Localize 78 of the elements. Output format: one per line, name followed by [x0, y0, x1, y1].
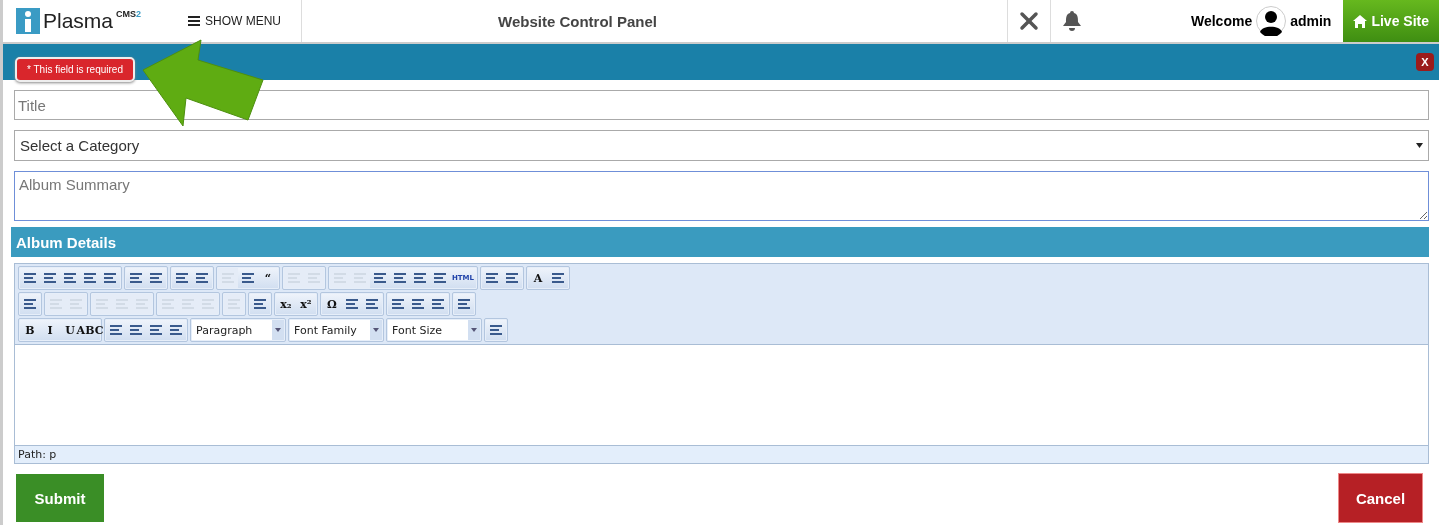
toolbar-button[interactable] — [388, 294, 408, 314]
lines-icon — [23, 298, 37, 310]
lines-icon — [411, 298, 425, 310]
lines-icon — [365, 298, 379, 310]
toolbar-button[interactable] — [172, 268, 192, 288]
toolbar-button[interactable]: x² — [296, 294, 316, 314]
toolbar-button[interactable] — [482, 268, 502, 288]
welcome-text: Welcome — [1190, 13, 1253, 29]
lines-icon — [129, 272, 143, 284]
toolbar-button[interactable] — [238, 268, 258, 288]
toolbar-button[interactable] — [548, 268, 568, 288]
lines-icon — [109, 324, 123, 336]
lines-icon — [391, 298, 405, 310]
toolbar-button[interactable]: “ — [258, 268, 278, 288]
toolbar-button[interactable] — [20, 268, 40, 288]
lines-icon — [175, 272, 189, 284]
logo-text: Plasma — [43, 9, 114, 33]
toolbar-button[interactable] — [192, 268, 212, 288]
toolbar-button[interactable]: Ω — [322, 294, 342, 314]
user-name: admin — [1290, 13, 1332, 29]
lines-icon — [431, 298, 445, 310]
toolbar-button[interactable] — [106, 320, 126, 340]
category-select[interactable]: Select a Category — [14, 130, 1429, 161]
lines-icon — [505, 272, 519, 284]
toolbar-button[interactable] — [502, 268, 522, 288]
caret-icon — [275, 328, 281, 332]
caret-icon — [373, 328, 379, 332]
toolbar-dropdown[interactable]: Paragraph — [192, 320, 284, 340]
lines-icon — [551, 272, 565, 284]
section-heading: Album Details — [11, 227, 1429, 257]
lines-icon — [129, 324, 143, 336]
close-button[interactable]: X — [1416, 53, 1434, 71]
lines-icon — [485, 272, 499, 284]
cancel-button[interactable]: Cancel — [1339, 474, 1422, 522]
toolbar-button[interactable] — [428, 294, 448, 314]
lines-icon — [413, 272, 427, 284]
lines-icon — [195, 272, 209, 284]
toolbar-dropdown[interactable]: Font Size — [388, 320, 480, 340]
title-field[interactable]: Title — [14, 90, 1429, 120]
caret-icon — [1416, 143, 1423, 148]
toolbar-button[interactable]: A — [528, 268, 548, 288]
submit-button[interactable]: Submit — [16, 474, 104, 522]
lines-icon — [63, 272, 77, 284]
caret-icon — [471, 328, 477, 332]
toolbar-button[interactable] — [370, 268, 390, 288]
lines-icon — [457, 298, 471, 310]
toolbar-button[interactable]: B — [20, 320, 40, 340]
panel-title: Website Control Panel — [498, 12, 657, 30]
toolbar-button[interactable]: I — [40, 320, 60, 340]
lines-icon — [149, 324, 163, 336]
toolbar-button[interactable] — [100, 268, 120, 288]
editor-path-bar: Path: p — [15, 445, 1428, 463]
toolbar-dropdown[interactable]: Font Family — [290, 320, 382, 340]
lines-icon — [393, 272, 407, 284]
lines-icon — [43, 272, 57, 284]
lines-icon — [433, 272, 447, 284]
lines-icon — [103, 272, 117, 284]
toolbar-button[interactable] — [362, 294, 382, 314]
lines-icon — [149, 272, 163, 284]
lines-icon — [373, 272, 387, 284]
toolbar-button[interactable]: x₂ — [276, 294, 296, 314]
lines-icon — [489, 324, 503, 336]
menu-icon — [188, 16, 200, 26]
validation-tooltip: * This field is required — [15, 57, 135, 82]
lines-icon — [241, 272, 255, 284]
lines-icon — [345, 298, 359, 310]
bell-icon — [1061, 10, 1082, 32]
toolbar-button[interactable] — [126, 268, 146, 288]
lines-icon — [23, 272, 37, 284]
home-icon — [1353, 14, 1368, 28]
lines-icon — [83, 272, 97, 284]
avatar-icon — [1256, 6, 1287, 36]
lines-icon — [169, 324, 183, 336]
toolbar-button[interactable] — [166, 320, 186, 340]
summary-field[interactable]: Album Summary — [14, 171, 1429, 221]
logo-superscript: CMS2 — [116, 9, 142, 19]
toolbar-button[interactable] — [146, 268, 166, 288]
lines-icon — [253, 298, 267, 310]
